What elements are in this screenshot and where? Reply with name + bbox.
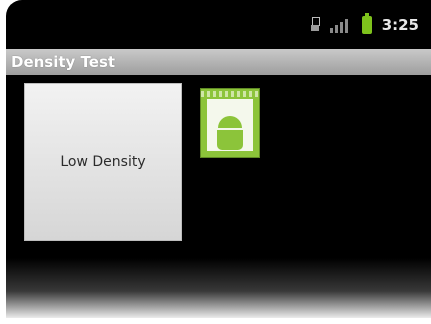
usb-icon [310, 17, 320, 33]
title-bar: Density Test [6, 49, 431, 75]
signal-icon [329, 17, 352, 33]
low-density-button[interactable]: Low Density [24, 83, 182, 241]
battery-icon [361, 13, 372, 34]
app-title: Density Test [11, 53, 116, 71]
clock: 3:25 [381, 16, 419, 34]
low-density-label: Low Density [60, 154, 146, 170]
bottom-fade [6, 258, 431, 318]
device-screen: 3:25 Density Test Low Density [6, 0, 431, 318]
status-bar: 3:25 [6, 10, 431, 40]
android-icon [200, 88, 260, 158]
